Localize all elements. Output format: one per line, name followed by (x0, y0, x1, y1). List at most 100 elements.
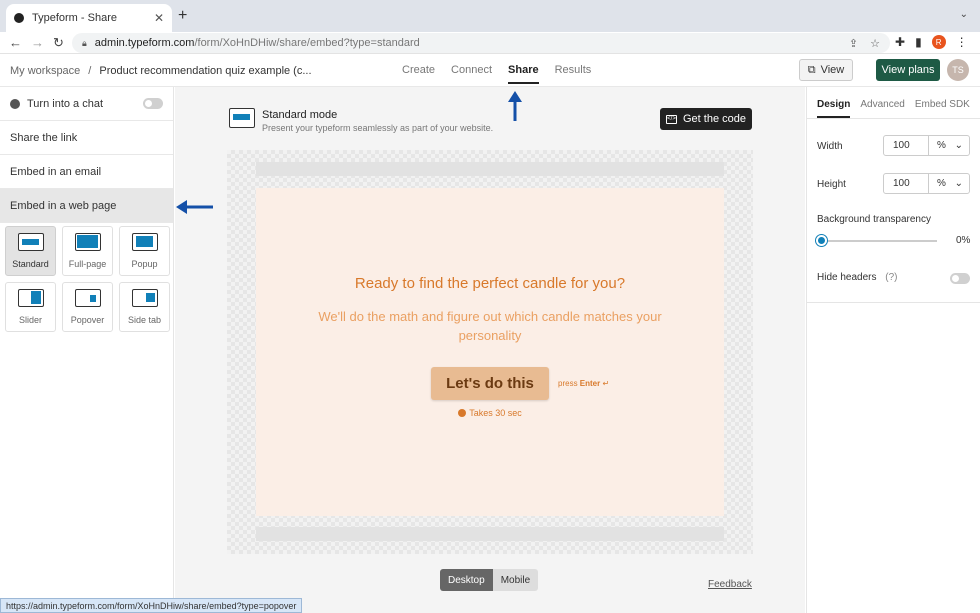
press-text: press (558, 379, 578, 388)
forward-icon[interactable]: → (31, 35, 44, 50)
tab-results[interactable]: Results (555, 64, 592, 84)
tab-embed-sdk[interactable]: Embed SDK (915, 99, 970, 118)
tab-share[interactable]: Share (508, 64, 539, 84)
preview-area: Standard mode Present your typeform seam… (175, 87, 805, 613)
status-bar-url: https://admin.typeform.com/form/XoHnDHiw… (0, 598, 303, 613)
close-tab-icon[interactable]: ✕ (154, 11, 164, 25)
extensions-puzzle-icon[interactable]: ✚ (895, 35, 905, 49)
panel-divider (807, 302, 980, 303)
feedback-link[interactable]: Feedback (708, 579, 752, 590)
mode-standard[interactable]: Standard (5, 226, 56, 276)
clock-icon (458, 409, 467, 417)
mobile-button[interactable]: Mobile (492, 569, 539, 591)
sidebar-item-embed-web-page[interactable]: Embed in a web page (0, 189, 173, 223)
mode-side-tab-label: Side tab (127, 315, 162, 325)
user-avatar[interactable]: TS (947, 59, 969, 81)
height-unit-select[interactable]: % ⌄ (928, 173, 970, 194)
new-tab-icon[interactable]: + (178, 7, 187, 25)
address-bar: ← → ↻ 🔒︎ admin.typeform.com /form/XoHnDH… (0, 32, 980, 54)
full-page-embed-icon (74, 233, 101, 251)
height-input[interactable]: 100 (883, 173, 929, 194)
mode-popover[interactable]: Popover (62, 282, 113, 332)
url-path: /form/XoHnDHiw/share/embed?type=standard (194, 37, 420, 49)
browser-menu-icon[interactable]: ⋮ (956, 35, 968, 49)
share-page-icon[interactable]: ⇪ (849, 37, 858, 50)
settings-panel: Design Advanced Embed SDK Width 100 % ⌄ … (806, 87, 980, 613)
mode-popup[interactable]: Popup (119, 226, 170, 276)
mode-popover-label: Popover (70, 315, 105, 325)
embed-mode-grid: Standard Full-page Popup Slider Popover … (0, 223, 173, 335)
enter-key-icon: ↵ (602, 379, 610, 388)
typeform-welcome-screen: Ready to find the perfect candle for you… (256, 188, 724, 516)
breadcrumb-workspace[interactable]: My workspace (10, 65, 80, 77)
url-host: admin.typeform.com (94, 37, 195, 49)
back-icon[interactable]: ← (9, 35, 22, 50)
time-estimate: Takes 30 sec (256, 408, 724, 418)
press-enter-hint: press Enter ↵ (558, 379, 609, 388)
slider-embed-icon (17, 289, 44, 307)
browser-tab-title: Typeform - Share (32, 12, 117, 24)
height-label: Height (817, 179, 846, 190)
hide-headers-label: Hide headers (817, 272, 877, 283)
share-sidebar: Turn into a chat Share the link Embed in… (0, 87, 174, 613)
enter-text: Enter (579, 379, 601, 388)
transparency-slider-handle[interactable] (816, 235, 827, 246)
view-button[interactable]: ⧉ View (799, 59, 853, 81)
transparency-slider-track[interactable] (821, 240, 937, 242)
app-header: My workspace / Product recommendation qu… (0, 54, 980, 87)
view-plans-button[interactable]: View plans (876, 59, 940, 81)
help-icon[interactable]: (?) (885, 272, 897, 283)
width-input[interactable]: 100 (883, 135, 929, 156)
mode-slider-label: Slider (18, 315, 42, 325)
mode-side-tab[interactable]: Side tab (119, 282, 170, 332)
bookmark-star-icon[interactable]: ☆ (870, 37, 880, 50)
tab-create[interactable]: Create (402, 64, 435, 84)
typeform-favicon-icon (14, 13, 24, 23)
code-icon: </> (666, 114, 677, 124)
view-button-label: View (820, 64, 845, 76)
mode-slider[interactable]: Slider (5, 282, 56, 332)
tab-advanced[interactable]: Advanced (860, 99, 904, 118)
chevron-down-icon: ⌄ (954, 178, 963, 189)
mode-full-page[interactable]: Full-page (62, 226, 113, 276)
breadcrumb-separator: / (88, 65, 92, 77)
placeholder-bar-top (256, 162, 724, 176)
side-panel-icon[interactable]: ▮ (915, 35, 922, 49)
standard-embed-icon (17, 233, 44, 251)
hide-headers-toggle[interactable] (950, 273, 970, 284)
placeholder-bar-bottom (256, 527, 724, 541)
width-label: Width (817, 141, 843, 152)
profile-avatar[interactable]: R (931, 35, 946, 49)
lets-do-this-button[interactable]: Let's do this (431, 367, 549, 400)
main-tabs: Create Connect Share Results (402, 64, 607, 84)
sidebar-item-embed-email[interactable]: Embed in an email (0, 155, 173, 189)
welcome-description: We'll do the math and figure out which c… (318, 309, 662, 343)
width-unit-select[interactable]: % ⌄ (928, 135, 970, 156)
chevron-down-icon[interactable]: ⌄ (960, 9, 968, 20)
mode-title: Standard mode (262, 109, 338, 121)
tab-design[interactable]: Design (817, 99, 851, 118)
background-transparency-label: Background transparency (817, 214, 931, 225)
url-field[interactable]: 🔒︎ admin.typeform.com /form/XoHnDHiw/sha… (72, 33, 890, 53)
turn-into-chat-toggle[interactable] (143, 98, 163, 109)
annotation-arrow-up-icon (508, 91, 522, 121)
mode-full-page-label: Full-page (68, 259, 107, 269)
side-tab-embed-icon (131, 289, 158, 307)
get-the-code-button[interactable]: </> Get the code (660, 108, 752, 130)
external-link-icon: ⧉ (807, 63, 816, 76)
popover-embed-icon (74, 289, 101, 307)
mode-standard-label: Standard (12, 259, 49, 269)
breadcrumb-form-name[interactable]: Product recommendation quiz example (c..… (99, 65, 311, 77)
breadcrumb: My workspace / Product recommendation qu… (10, 65, 312, 77)
sidebar-item-share-link[interactable]: Share the link (0, 121, 173, 155)
welcome-title: Ready to find the perfect candle for you… (354, 275, 626, 292)
popup-embed-icon (131, 233, 158, 251)
settings-tabs: Design Advanced Embed SDK (817, 99, 980, 118)
tabs-divider (807, 118, 980, 119)
reload-icon[interactable]: ↻ (53, 35, 64, 51)
desktop-button[interactable]: Desktop (440, 569, 493, 591)
tab-connect[interactable]: Connect (451, 64, 492, 84)
turn-into-chat-row: Turn into a chat (0, 87, 173, 121)
height-unit-value: % (937, 178, 946, 189)
browser-tab[interactable]: Typeform - Share ✕ (6, 4, 172, 32)
